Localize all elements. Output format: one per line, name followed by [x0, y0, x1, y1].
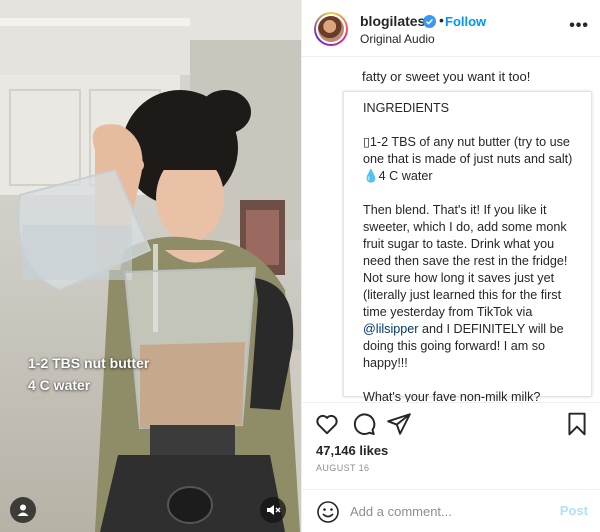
caption-line: time yesterday from TikTok via	[363, 305, 533, 319]
ingredient-line: ▯1-2 TBS of any nut butter (try to use	[363, 135, 570, 149]
caption-line: sweeter, which I do, add some monk	[363, 220, 567, 234]
separator: •	[439, 12, 444, 28]
caption-top: fatty or sweet you want it too!	[362, 57, 587, 86]
user-icon	[17, 504, 29, 516]
heart-icon[interactable]	[314, 411, 340, 437]
action-bar	[302, 402, 600, 442]
video-player[interactable]: 1-2 TBS nut butter 4 C water	[0, 0, 301, 532]
caption-line: and I DEFINITELY will be	[418, 322, 564, 336]
ingredients-highlight-card: INGREDIENTS ▯1-2 TBS of any nut butter (…	[343, 91, 592, 402]
user-tag-button[interactable]	[10, 497, 36, 523]
caption-line: (literally just learned this for the fir…	[363, 288, 562, 302]
post-header: blogilates • Follow Original Audio •••	[302, 0, 600, 57]
mention-link[interactable]: @lilsipper	[363, 322, 418, 336]
comment-icon[interactable]	[351, 411, 377, 437]
question-text: What's your fave non-milk milk?	[363, 390, 541, 402]
avatar[interactable]	[314, 12, 348, 46]
mute-button[interactable]	[260, 497, 286, 523]
overlay-line: 4 C water	[28, 377, 91, 393]
more-options-button[interactable]: •••	[569, 17, 589, 35]
caption-line: need then save the rest in the fridge!	[363, 254, 568, 268]
overlay-line: 1-2 TBS nut butter	[28, 355, 150, 371]
caption-line: Then blend. That's it! If you like it	[363, 203, 547, 217]
username-link[interactable]: blogilates	[360, 13, 425, 29]
post-panel: blogilates • Follow Original Audio ••• f…	[301, 0, 600, 532]
audio-link[interactable]: Original Audio	[360, 32, 435, 46]
ingredients-title: INGREDIENTS	[363, 101, 450, 115]
caption-line: happy!!!	[363, 356, 408, 370]
speaker-muted-icon	[267, 505, 281, 515]
post-comment-button[interactable]: Post	[560, 503, 588, 518]
video-frame	[0, 0, 301, 532]
caption-line: doing this going forward! I am so	[363, 339, 546, 353]
comment-input[interactable]	[350, 500, 545, 522]
like-count[interactable]: 47,146 likes	[316, 443, 388, 458]
comment-bar: Post	[302, 489, 600, 532]
verified-badge-icon	[423, 15, 436, 28]
ingredient-line: one that is made of just nuts and salt)	[363, 152, 573, 166]
caption-line: fatty or sweet you want it too!	[362, 69, 531, 84]
caption-scroll-area[interactable]: fatty or sweet you want it too! INGREDIE…	[302, 57, 600, 402]
post-date[interactable]: AUGUST 16	[316, 463, 369, 473]
follow-button[interactable]: Follow	[445, 14, 486, 29]
emoji-icon[interactable]	[316, 500, 340, 524]
caption-line: fruit sugar to taste. Drink what you	[363, 237, 555, 251]
ingredient-line: 💧4 C water	[363, 169, 433, 183]
bookmark-icon[interactable]	[564, 411, 590, 437]
video-text-overlay: 1-2 TBS nut butter 4 C water	[28, 352, 149, 396]
caption-question: What's your fave non-milk milk?	[363, 389, 540, 402]
caption-line: Not sure how long it saves just yet	[363, 271, 555, 285]
share-icon[interactable]	[386, 411, 412, 437]
